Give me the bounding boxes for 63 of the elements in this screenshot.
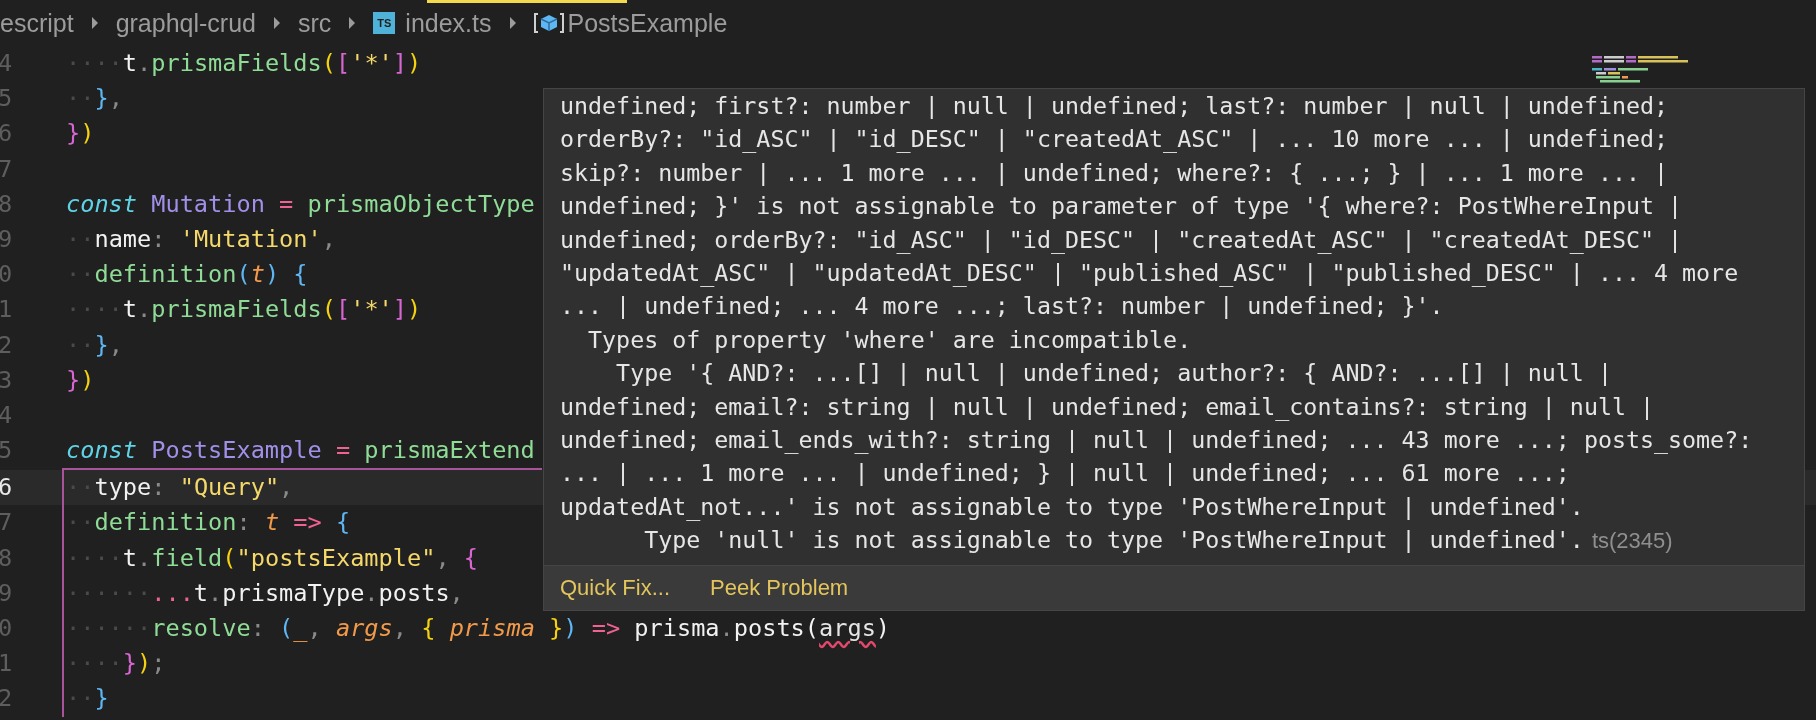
error-message-line: undefined; orderBy?: "id_ASC" | "id_DESC" | "createdAt_ASC" | "createdAt_DESC" | <box>560 224 1684 256</box>
code-line: ··definition(t) { <box>65 259 308 291</box>
code-line: ····t.field("postsExample", { <box>62 540 479 576</box>
line-number: 1 <box>0 294 14 326</box>
code-line: ····}); <box>62 646 166 682</box>
error-message-line: undefined; first?: number | null | undefined; last?: number | null | undefined; <box>560 91 1670 121</box>
line-number: 7 <box>0 507 14 539</box>
line-number: 3 <box>0 364 14 396</box>
typescript-file-icon: TS <box>373 12 396 34</box>
code-line: ··}, <box>65 83 123 115</box>
line-number: 0 <box>0 613 14 644</box>
cube-icon <box>533 12 564 34</box>
line-number: 4 <box>0 399 14 431</box>
breadcrumb-item[interactable]: src <box>298 8 332 38</box>
error-message-line: ... | undefined; ... 4 more ...; last?: number | undefined; }'. <box>560 291 1445 322</box>
line-number: 5 <box>0 83 14 115</box>
error-message-line: undefined; }' is not assignable to parameter of type '{ where?: PostWhereInput | <box>560 191 1684 222</box>
chevron-icon <box>347 16 358 30</box>
code-line: }) <box>65 118 95 150</box>
code-line: ··name: 'Mutation', <box>65 223 336 255</box>
breadcrumb-item[interactable]: graphql-crud <box>115 8 256 38</box>
code-line: ··type: "Query", <box>62 470 294 506</box>
code-line: const PostsExample = prismaExtend <box>65 435 535 467</box>
line-number: 5 <box>0 435 14 467</box>
error-message-line: ... | ... 1 more ... | undefined; } | null | undefined; ... 61 more ...; <box>560 458 1571 489</box>
error-message-line: skip?: number | ... 1 more ... | undefined; where?: { ...; } | ... 1 more ... | <box>560 157 1670 188</box>
error-message-line: undefined; email?: string | null | undefined; email_contains?: string | null | <box>560 391 1656 423</box>
code-line: ····t.prismaFields(['*']) <box>65 48 422 79</box>
line-number: 2 <box>0 329 14 361</box>
code-line: }) <box>65 364 95 396</box>
breadcrumb-item[interactable]: escript <box>0 8 74 38</box>
error-message-line: Types of property 'where' are incompatible. <box>587 324 1193 355</box>
line-number: 6 <box>0 472 14 504</box>
error-code: ts(2345) <box>1591 528 1673 555</box>
error-message-line: updatedAt_not...' is not assignable to type 'PostWhereInput | undefined'. <box>560 491 1585 523</box>
line-number: 9 <box>0 577 14 609</box>
breadcrumb-item[interactable]: PostsExample <box>567 8 728 38</box>
line-number: 8 <box>0 542 14 574</box>
chevron-icon <box>89 16 100 30</box>
breadcrumb-item[interactable]: index.ts <box>405 8 492 38</box>
chevron-icon <box>272 16 282 30</box>
line-number: 7 <box>0 153 14 185</box>
line-number: 2 <box>0 683 14 715</box>
code-line: ··} <box>62 681 109 717</box>
line-number: 8 <box>0 188 14 220</box>
code-line: const Mutation = prismaObjectType <box>65 188 535 220</box>
code-line: ····t.prismaFields(['*']) <box>65 294 422 326</box>
hover-action-link[interactable]: Quick Fix... <box>560 574 670 601</box>
error-message-line: orderBy?: "id_ASC" | "id_DESC" | "createdAt_ASC" | ... 10 more ... | undefined; <box>560 124 1670 155</box>
code-line: ······...t.prismaType.posts, <box>62 575 464 611</box>
code-line: ··}, <box>65 329 123 361</box>
error-message-line: "updatedAt_ASC" | "updatedAt_DESC" | "published_ASC" | "published_DESC" | ... 4 more <box>560 258 1740 289</box>
line-number: 6 <box>0 118 14 150</box>
chevron-icon <box>507 16 518 30</box>
hover-action-link[interactable]: Peek Problem <box>710 574 849 601</box>
line-number: 0 <box>0 259 14 291</box>
line-number: 9 <box>0 223 14 255</box>
error-message-line: Type 'null' is not assignable to type 'PostWhereInput | undefined'. <box>643 525 1584 556</box>
line-number: 4 <box>0 48 14 79</box>
error-message-line: Type '{ AND?: ...[] | null | undefined; author?: { AND?: ...[] | null | <box>615 358 1613 389</box>
code-line: ··definition: t => { <box>62 505 351 541</box>
error-message-line: undefined; email_ends_with?: string | null | undefined; ... 43 more ...; posts_some?: <box>560 425 1754 456</box>
line-number: 1 <box>0 648 14 680</box>
